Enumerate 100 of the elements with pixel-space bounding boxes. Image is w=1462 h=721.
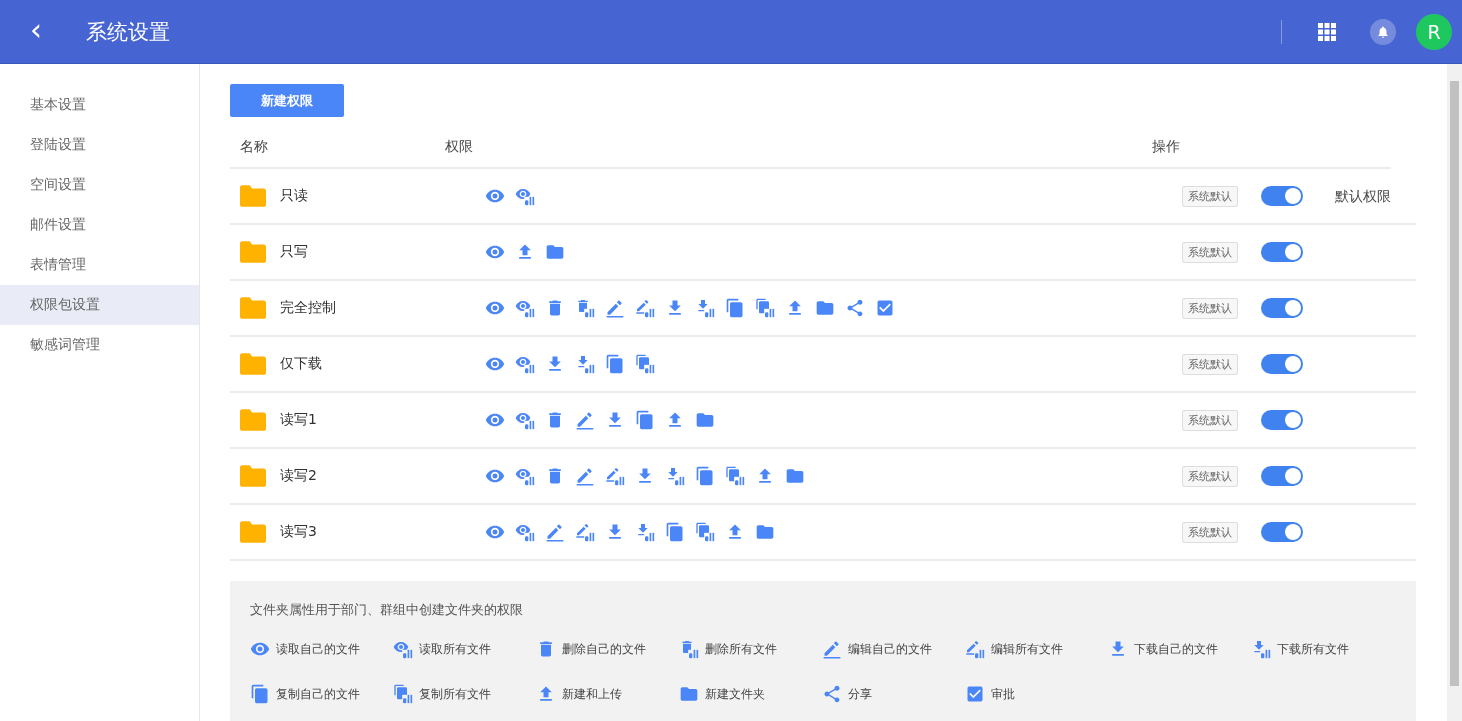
column-header: 操作 [1151, 138, 1181, 156]
folder-icon [695, 410, 715, 430]
legend-label: 删除自己的文件 [562, 640, 646, 658]
copy-all-icon [725, 466, 745, 486]
eye-all-icon [515, 522, 535, 542]
sidebar-item[interactable]: 邮件设置 [0, 205, 199, 245]
legend-label: 删除所有文件 [705, 640, 777, 658]
system-default-tag: 系统默认 [1182, 521, 1238, 543]
folder-icon [240, 353, 266, 375]
trash-all-icon [679, 639, 699, 659]
scrollbar[interactable] [1447, 64, 1462, 721]
eye-all-icon [515, 186, 535, 206]
folder-icon [240, 521, 266, 543]
folder-icon [240, 297, 266, 319]
default-label: 默认权限 [1335, 188, 1391, 204]
legend-label: 复制自己的文件 [276, 685, 360, 703]
legend-label: 下载自己的文件 [1134, 640, 1218, 658]
permission-name: 仅下载 [280, 355, 322, 373]
page-title: 系统设置 [86, 18, 171, 46]
copy-icon [665, 522, 685, 542]
eye-all-icon [515, 354, 535, 374]
folder-icon [679, 684, 699, 704]
copy-icon [250, 684, 270, 704]
copy-all-icon [695, 522, 715, 542]
legend-label: 下载所有文件 [1277, 640, 1349, 658]
permission-name: 只读 [280, 187, 308, 205]
permission-name: 读写2 [280, 467, 317, 485]
eye-all-icon [393, 639, 413, 659]
copy-icon [695, 466, 715, 486]
copy-icon [605, 354, 625, 374]
column-header: 权限 [444, 138, 474, 156]
new-permission-button[interactable]: 新建权限 [230, 84, 344, 117]
back-button[interactable]: ‹ [16, 14, 56, 49]
folder-icon [785, 466, 805, 486]
checkbox-icon [965, 684, 985, 704]
legend-label: 分享 [848, 685, 872, 703]
system-default-tag: 系统默认 [1182, 409, 1238, 431]
permission-name: 读写3 [280, 523, 317, 541]
pencil-icon [605, 298, 625, 318]
share-icon [822, 684, 842, 704]
sidebar-item[interactable]: 基本设置 [0, 85, 199, 125]
copy-all-icon [635, 354, 655, 374]
system-default-tag: 系统默认 [1182, 353, 1238, 375]
sidebar-item[interactable]: 敏感词管理 [0, 325, 199, 365]
download-all-icon [665, 466, 685, 486]
copy-all-icon [393, 684, 413, 704]
folder-icon [240, 185, 266, 207]
column-header: 名称 [239, 138, 269, 156]
permission-name: 完全控制 [280, 299, 336, 317]
bell-icon[interactable] [1370, 18, 1396, 45]
legend-label: 新建文件夹 [705, 685, 765, 703]
legend-title: 文件夹属性用于部门、群组中创建文件夹的权限 [250, 601, 524, 619]
legend-label: 新建和上传 [562, 685, 622, 703]
toggle-switch[interactable] [1261, 298, 1303, 318]
system-default-tag: 系统默认 [1182, 241, 1238, 263]
copy-icon [725, 298, 745, 318]
sidebar-item[interactable]: 空间设置 [0, 165, 199, 205]
download-all-icon [575, 354, 595, 374]
toggle-switch[interactable] [1261, 522, 1303, 542]
toggle-switch[interactable] [1261, 242, 1303, 262]
pencil-all-icon [965, 639, 985, 659]
eye-all-icon [515, 410, 535, 430]
eye-all-icon [515, 466, 535, 486]
eye-all-icon [515, 298, 535, 318]
download-all-icon [1251, 639, 1271, 659]
pencil-all-icon [575, 522, 595, 542]
toggle-switch[interactable] [1261, 186, 1303, 206]
pencil-icon [822, 639, 842, 659]
pencil-icon [545, 522, 565, 542]
pencil-icon [575, 410, 595, 430]
folder-icon [240, 409, 266, 431]
legend-label: 编辑自己的文件 [848, 640, 932, 658]
system-default-tag: 系统默认 [1182, 465, 1238, 487]
checkbox-icon [875, 298, 895, 318]
system-default-tag: 系统默认 [1182, 297, 1238, 319]
folder-icon [755, 522, 775, 542]
sidebar-item[interactable]: 权限包设置 [0, 285, 199, 325]
toggle-switch[interactable] [1261, 466, 1303, 486]
permission-name: 读写1 [280, 411, 317, 429]
toggle-switch[interactable] [1261, 354, 1303, 374]
legend-label: 复制所有文件 [419, 685, 491, 703]
trash-all-icon [575, 298, 595, 318]
download-all-icon [635, 522, 655, 542]
toggle-switch[interactable] [1261, 410, 1303, 430]
sidebar-item[interactable]: 表情管理 [0, 245, 199, 285]
folder-icon [545, 242, 565, 262]
permission-name: 只写 [280, 243, 308, 261]
pencil-all-icon [605, 466, 625, 486]
share-icon [845, 298, 865, 318]
legend-label: 编辑所有文件 [991, 640, 1063, 658]
copy-icon [635, 410, 655, 430]
pencil-all-icon [635, 298, 655, 318]
legend-label: 审批 [991, 685, 1015, 703]
copy-all-icon [755, 298, 775, 318]
download-all-icon [695, 298, 715, 318]
sidebar-item[interactable]: 登陆设置 [0, 125, 199, 165]
system-default-tag: 系统默认 [1182, 185, 1238, 207]
legend-label: 读取自己的文件 [276, 640, 360, 658]
scrollbar-thumb[interactable] [1450, 81, 1459, 686]
pencil-icon [575, 466, 595, 486]
